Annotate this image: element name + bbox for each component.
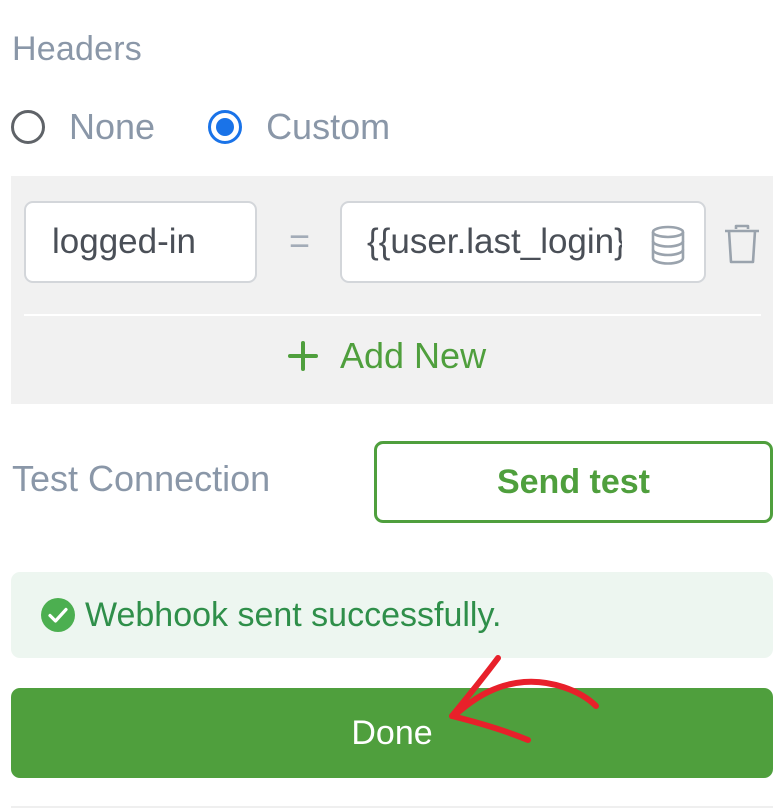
header-value-text: {{user.last_login}}	[367, 222, 622, 261]
header-mode-radio-group: None Custom	[11, 104, 390, 150]
plus-icon	[288, 341, 318, 371]
bottom-divider	[11, 806, 773, 808]
database-icon[interactable]	[649, 225, 687, 265]
panel-divider	[24, 314, 761, 316]
send-test-button[interactable]: Send test	[374, 441, 773, 523]
equals-sign: =	[289, 220, 311, 261]
done-button[interactable]: Done	[11, 688, 773, 778]
trash-icon[interactable]	[722, 223, 762, 265]
header-value-input[interactable]: {{user.last_login}}	[340, 201, 706, 283]
radio-label-custom: Custom	[266, 106, 391, 147]
add-new-header-button[interactable]: Add New	[287, 335, 486, 377]
radio-option-none[interactable]: None	[11, 106, 155, 148]
radio-button-none[interactable]	[11, 110, 45, 144]
test-connection-label: Test Connection	[12, 458, 271, 499]
radio-label-none: None	[69, 106, 156, 147]
radio-button-custom[interactable]	[208, 110, 243, 144]
check-circle-icon	[41, 598, 75, 632]
success-banner: Webhook sent successfully.	[11, 572, 773, 658]
radio-option-custom[interactable]: Custom	[208, 106, 390, 148]
success-message: Webhook sent successfully.	[85, 595, 502, 634]
header-row: logged-in = {{user.last_login}}	[24, 201, 773, 283]
custom-headers-panel: logged-in = {{user.last_login}} Add New	[11, 176, 773, 404]
add-new-label: Add New	[340, 335, 487, 376]
headers-title: Headers	[12, 30, 142, 68]
header-key-input[interactable]: logged-in	[24, 201, 257, 283]
